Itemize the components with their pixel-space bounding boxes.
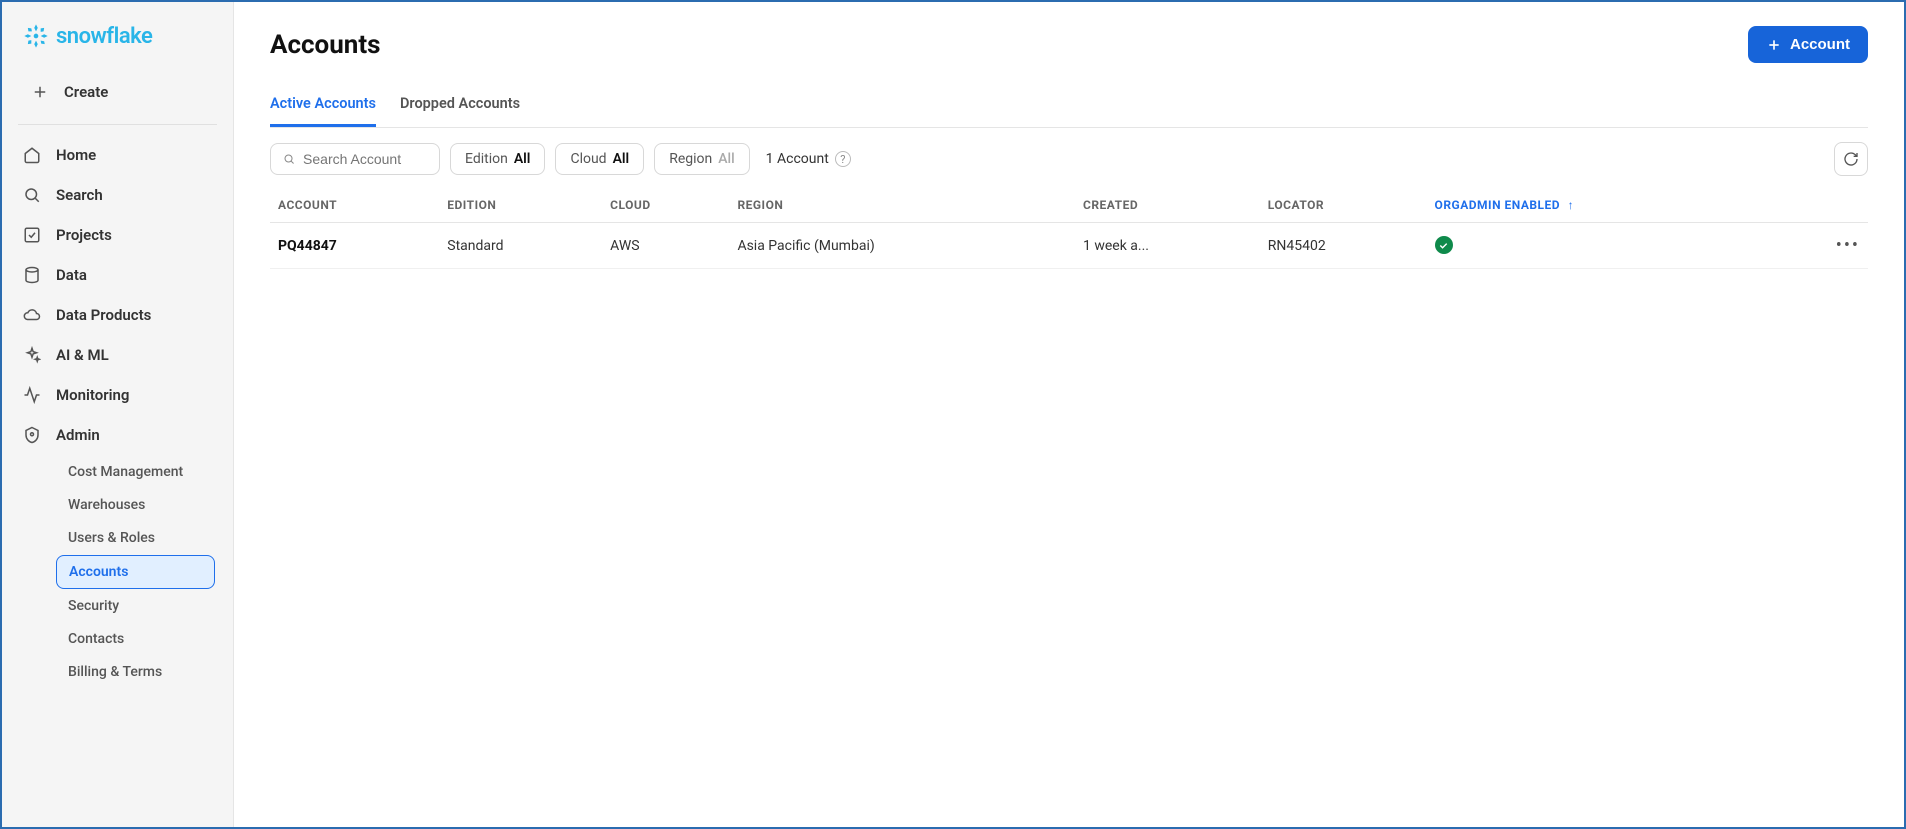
col-account[interactable]: ACCOUNT (270, 188, 439, 223)
admin-subnav: Cost Management Warehouses Users & Roles… (10, 456, 225, 688)
filter-value: All (514, 151, 531, 167)
cell-orgadmin (1427, 223, 1778, 269)
filter-label: Cloud (570, 151, 606, 167)
nav-label: Projects (56, 226, 112, 244)
divider (18, 124, 217, 125)
search-icon (283, 152, 295, 166)
table-row[interactable]: PQ44847 Standard AWS Asia Pacific (Mumba… (270, 223, 1868, 269)
col-edition[interactable]: EDITION (439, 188, 602, 223)
plus-icon (1766, 37, 1782, 53)
tab-active-accounts[interactable]: Active Accounts (270, 87, 376, 127)
col-locator[interactable]: LOCATOR (1260, 188, 1427, 223)
button-label: Account (1790, 36, 1850, 53)
sidebar-item-monitoring[interactable]: Monitoring (10, 375, 225, 415)
refresh-button[interactable] (1834, 142, 1868, 176)
filter-value: All (718, 151, 734, 167)
cell-created: 1 week a... (1075, 223, 1260, 269)
tab-bar: Active Accounts Dropped Accounts (270, 87, 1868, 128)
nav-label: Home (56, 146, 96, 164)
col-created[interactable]: CREATED (1075, 188, 1260, 223)
col-label: ORGADMIN ENABLED (1435, 198, 1561, 212)
sidebar-item-home[interactable]: Home (10, 135, 225, 175)
tab-dropped-accounts[interactable]: Dropped Accounts (400, 87, 520, 127)
nav-label: AI & ML (56, 346, 109, 364)
cell-locator: RN45402 (1260, 223, 1427, 269)
cell-edition: Standard (439, 223, 602, 269)
projects-icon (22, 225, 42, 245)
nav-label: Search (56, 186, 103, 204)
subnav-cost-management[interactable]: Cost Management (56, 456, 215, 488)
filter-label: Region (669, 151, 712, 167)
brand-text: snowflake (56, 24, 152, 49)
subnav-contacts[interactable]: Contacts (56, 623, 215, 655)
filter-value: All (613, 151, 630, 167)
filter-label: Edition (465, 151, 508, 167)
col-region[interactable]: REGION (729, 188, 1075, 223)
search-icon (22, 185, 42, 205)
sidebar-item-search[interactable]: Search (10, 175, 225, 215)
sidebar-item-ai-ml[interactable]: AI & ML (10, 335, 225, 375)
filter-row: Edition All Cloud All Region All 1 Accou… (270, 142, 1868, 176)
database-icon (22, 265, 42, 285)
sidebar-item-data[interactable]: Data (10, 255, 225, 295)
create-button[interactable]: Create (14, 70, 221, 114)
subnav-security[interactable]: Security (56, 590, 215, 622)
filter-edition[interactable]: Edition All (450, 143, 545, 175)
search-account-input-wrap[interactable] (270, 143, 440, 175)
filter-cloud[interactable]: Cloud All (555, 143, 644, 175)
nav-label: Data Products (56, 306, 151, 324)
main-nav: Home Search Projects Data Data Products … (2, 131, 233, 693)
subnav-users-roles[interactable]: Users & Roles (56, 522, 215, 554)
main-content: Accounts Account Active Accounts Dropped… (234, 2, 1904, 827)
col-orgadmin-enabled[interactable]: ORGADMIN ENABLED ↑ (1427, 188, 1778, 223)
search-account-input[interactable] (303, 151, 427, 167)
check-circle-icon (1435, 236, 1453, 254)
cloud-icon (22, 305, 42, 325)
row-actions-button[interactable]: ••• (1777, 223, 1868, 269)
subnav-warehouses[interactable]: Warehouses (56, 489, 215, 521)
plus-icon (30, 82, 50, 102)
snowflake-icon (22, 22, 50, 50)
add-account-button[interactable]: Account (1748, 26, 1868, 63)
sidebar-item-admin[interactable]: Admin (10, 415, 225, 455)
more-icon: ••• (1836, 235, 1860, 256)
activity-icon (22, 385, 42, 405)
nav-label: Data (56, 266, 87, 284)
brand-logo: snowflake (22, 22, 213, 50)
col-cloud[interactable]: CLOUD (602, 188, 729, 223)
accounts-table: ACCOUNT EDITION CLOUD REGION CREATED LOC… (270, 188, 1868, 269)
help-icon[interactable]: ? (835, 151, 851, 167)
create-label: Create (64, 83, 108, 101)
shield-icon (22, 425, 42, 445)
subnav-accounts[interactable]: Accounts (56, 555, 215, 589)
home-icon (22, 145, 42, 165)
col-actions (1777, 188, 1868, 223)
sidebar: snowflake Create Home Search Projects (2, 2, 234, 827)
sidebar-item-data-products[interactable]: Data Products (10, 295, 225, 335)
nav-label: Admin (56, 426, 100, 444)
refresh-icon (1843, 151, 1859, 167)
cell-region: Asia Pacific (Mumbai) (729, 223, 1075, 269)
page-title: Accounts (270, 30, 381, 60)
cell-cloud: AWS (602, 223, 729, 269)
filter-region[interactable]: Region All (654, 143, 749, 175)
nav-label: Monitoring (56, 386, 129, 404)
sort-asc-icon: ↑ (1568, 198, 1575, 212)
account-count: 1 Account ? (766, 151, 851, 167)
count-text: 1 Account (766, 151, 829, 167)
cell-account: PQ44847 (270, 223, 439, 269)
sparkle-icon (22, 345, 42, 365)
sidebar-item-projects[interactable]: Projects (10, 215, 225, 255)
subnav-billing-terms[interactable]: Billing & Terms (56, 656, 215, 688)
